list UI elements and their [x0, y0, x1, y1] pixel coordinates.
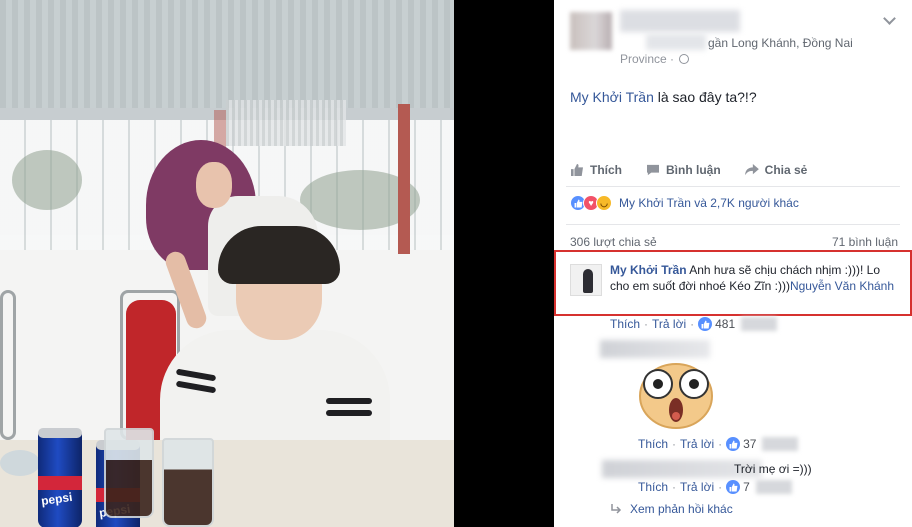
separator: · — [672, 480, 677, 494]
share-icon — [744, 164, 759, 176]
reply2-like-link[interactable]: Thích — [638, 480, 668, 494]
post-photo[interactable]: pepsi pepsi — [0, 0, 554, 527]
sleeve-stripe — [326, 398, 372, 404]
reply2-like-count[interactable]: 7 — [743, 480, 750, 494]
view-more-replies-label: Xem phản hồi khác — [630, 502, 733, 516]
post-caption: My Khởi Trần là sao đây ta?!? — [570, 89, 757, 105]
reactions-text[interactable]: My Khởi Trần và 2,7K người khác — [619, 196, 799, 210]
screenshot: pepsi pepsi gần Long Khánh, Đồng Nai Pro… — [0, 0, 912, 527]
location-region-text: Province — [620, 52, 667, 66]
comment-actions: Thích · Trả lời · 481 — [610, 317, 778, 331]
reply2-actions: Thích · Trả lời · 7 — [638, 480, 792, 494]
separator: · — [644, 317, 649, 331]
comment-like-count[interactable]: 481 — [715, 317, 735, 331]
globe-icon[interactable] — [679, 54, 690, 64]
boy-hair — [218, 226, 340, 284]
comment-button[interactable]: Bình luận — [646, 160, 721, 180]
author-name-blurred[interactable] — [620, 10, 740, 32]
glass — [162, 438, 214, 527]
comment-author[interactable]: My Khởi Trần — [610, 263, 687, 277]
avatar-figure — [583, 269, 593, 293]
author-avatar-blurred[interactable] — [570, 12, 612, 50]
like-count-icon — [698, 317, 713, 331]
sleeve-stripe — [326, 410, 372, 416]
chair-frame — [0, 290, 16, 440]
divider — [566, 186, 900, 187]
chevron-down-icon[interactable] — [883, 12, 896, 25]
reply2-text: Trời mẹ ơi =))) — [734, 462, 812, 476]
pillar — [398, 104, 410, 254]
author-name-blurred — [646, 34, 706, 50]
share-count[interactable]: 306 lượt chia sẻ — [570, 235, 657, 249]
shocked-face-sticker — [639, 363, 713, 429]
pepsi-can: pepsi — [38, 428, 82, 527]
separator: · — [718, 437, 723, 451]
girl-face — [196, 162, 232, 208]
share-button[interactable]: Chia sẻ — [744, 160, 808, 180]
like-label: Thích — [590, 163, 622, 177]
comment-count[interactable]: 71 bình luận — [832, 235, 898, 249]
divider — [566, 224, 900, 225]
reply1-actions: Thích · Trả lời · 37 — [638, 437, 799, 451]
reply2-reply-link[interactable]: Trả lời — [680, 480, 714, 494]
separator: · — [718, 480, 723, 494]
glass — [104, 428, 154, 518]
blurred-timestamp — [762, 437, 799, 451]
like-count-icon — [726, 437, 741, 451]
view-more-replies[interactable]: Xem phản hồi khác — [610, 502, 733, 516]
thumbs-up-icon — [571, 164, 583, 176]
caption-mention[interactable]: My Khởi Trần — [570, 89, 654, 105]
comment-like-link[interactable]: Thích — [610, 317, 640, 331]
blurred-timestamp — [741, 317, 778, 331]
comment-body: My Khởi Trần Anh hưa sẽ chịu chách nhịm … — [610, 262, 900, 294]
like-count-icon — [726, 480, 741, 494]
share-label: Chia sẻ — [764, 163, 808, 177]
like-button[interactable]: Thích — [570, 160, 622, 180]
haha-reaction-icon: ◡ — [596, 195, 612, 211]
comment-reply-link[interactable]: Trả lời — [652, 317, 686, 331]
reply1-like-link[interactable]: Thích — [638, 437, 668, 451]
blurred-timestamp — [755, 480, 792, 494]
post-header: gần Long Khánh, Đồng Nai Province · — [554, 0, 912, 72]
post-panel: gần Long Khánh, Đồng Nai Province · My K… — [554, 0, 912, 527]
comment-label: Bình luận — [666, 163, 721, 177]
reactions-summary[interactable]: ♥ ◡ My Khởi Trần và 2,7K người khác — [570, 195, 799, 211]
reply-author-blurred[interactable] — [600, 340, 710, 358]
comment-icon — [647, 164, 659, 176]
reply-arrow-icon — [611, 504, 622, 514]
comment-mention[interactable]: Nguyễn Văn Khánh — [790, 279, 894, 293]
location-label[interactable]: gần Long Khánh, Đồng Nai — [708, 36, 853, 50]
caption-text: là sao đây ta?!? — [653, 89, 757, 105]
separator: · — [690, 317, 695, 331]
curtain-valance — [226, 100, 346, 146]
tree — [12, 150, 82, 210]
bowl — [0, 450, 40, 476]
location-region: Province · — [620, 52, 690, 66]
reply1-reply-link[interactable]: Trả lời — [680, 437, 714, 451]
separator: · — [672, 437, 677, 451]
reply1-like-count[interactable]: 37 — [743, 437, 756, 451]
post-actions: Thích Bình luận Chia sẻ — [570, 160, 807, 180]
photo-scene: pepsi pepsi — [0, 0, 454, 527]
commenter-avatar[interactable] — [570, 264, 602, 296]
